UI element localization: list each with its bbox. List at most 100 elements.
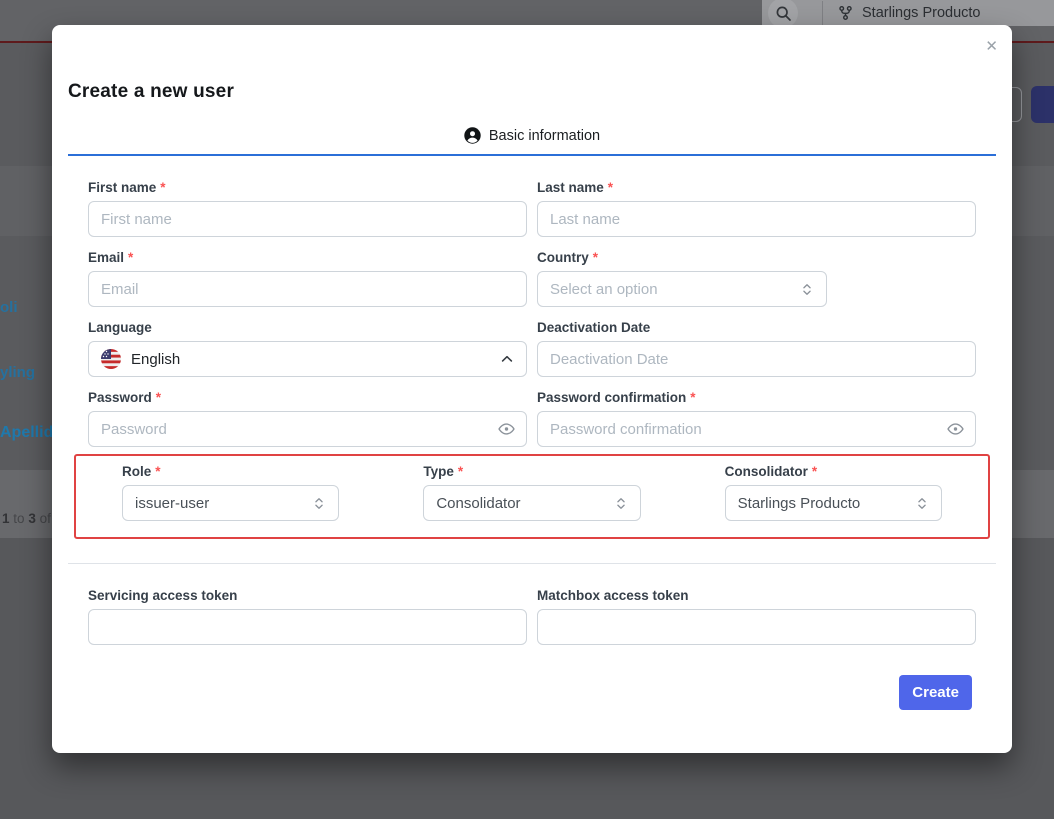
tenant-selector[interactable]: Starlings Producto (838, 5, 980, 21)
password-confirmation-label: Password confirmation * (537, 390, 976, 405)
field-first-name: First name * (88, 180, 527, 237)
label-text: Matchbox access token (537, 588, 689, 603)
required-asterisk: * (608, 180, 613, 195)
role-select[interactable]: issuer-user (122, 485, 339, 521)
pagination-from: 1 (2, 511, 10, 526)
label-text: Password confirmation (537, 390, 686, 405)
pagination-to: 3 (28, 511, 36, 526)
eye-icon[interactable] (947, 422, 964, 437)
close-icon[interactable]: ✕ (985, 37, 998, 55)
select-value: issuer-user (135, 495, 209, 512)
required-asterisk: * (160, 180, 165, 195)
tenant-label: Starlings Producto (862, 5, 980, 21)
tab-label: Basic information (489, 128, 600, 144)
password-confirmation-input[interactable] (537, 411, 976, 447)
pagination-word: of (40, 511, 51, 526)
required-asterisk: * (812, 464, 817, 479)
label-text: Email (88, 250, 124, 265)
tab-basic-information[interactable]: Basic information (464, 127, 600, 154)
field-last-name: Last name * (537, 180, 976, 237)
role-type-consolidator-highlight: Role * issuer-user (74, 454, 990, 539)
first-name-label: First name * (88, 180, 527, 195)
label-text: Type (423, 464, 454, 479)
pagination-word: to (13, 511, 24, 526)
tokens-section: Servicing access token Matchbox access t… (52, 564, 1012, 645)
label-text: Last name (537, 180, 604, 195)
servicing-token-input[interactable] (88, 609, 527, 645)
country-select[interactable]: Select an option (537, 271, 827, 307)
type-label: Type * (423, 464, 640, 479)
user-circle-icon (464, 127, 481, 144)
tab-bar: Basic information (68, 127, 996, 156)
stepper-icon (312, 496, 326, 511)
deactivation-date-label: Deactivation Date (537, 320, 976, 335)
select-value: English (131, 351, 180, 368)
required-asterisk: * (690, 390, 695, 405)
label-text: Servicing access token (88, 588, 237, 603)
modal-footer: Create (52, 645, 1012, 710)
field-password: Password * (88, 390, 527, 447)
type-select[interactable]: Consolidator (423, 485, 640, 521)
servicing-token-label: Servicing access token (88, 588, 527, 603)
required-asterisk: * (156, 390, 161, 405)
password-label: Password * (88, 390, 527, 405)
required-asterisk: * (593, 250, 598, 265)
deactivation-date-input[interactable] (537, 341, 976, 377)
label-text: First name (88, 180, 156, 195)
matchbox-token-input[interactable] (537, 609, 976, 645)
email-input[interactable] (88, 271, 527, 307)
create-button[interactable]: Create (899, 675, 972, 710)
field-language: Language (88, 320, 527, 377)
field-type: Type * Consolidator (423, 464, 640, 521)
select-value: Consolidator (436, 495, 520, 512)
us-flag-icon (101, 349, 121, 369)
required-asterisk: * (128, 250, 133, 265)
chevron-up-icon (500, 352, 514, 366)
pagination-summary: 1 to 3 of (2, 511, 51, 526)
required-asterisk: * (155, 464, 160, 479)
last-name-input[interactable] (537, 201, 976, 237)
country-label: Country * (537, 250, 976, 265)
field-email: Email * (88, 250, 527, 307)
language-label: Language (88, 320, 527, 335)
modal-header: Create a new user (52, 25, 1012, 103)
basic-information-form: First name * Last name * Email * (52, 156, 1012, 539)
field-consolidator: Consolidator * Starlings Producto (725, 464, 942, 521)
first-name-input[interactable] (88, 201, 527, 237)
label-text: Country (537, 250, 589, 265)
eye-icon[interactable] (498, 422, 515, 437)
stepper-icon (614, 496, 628, 511)
app-window: Starlings Producto oli yling Apellido 1 … (0, 0, 1054, 819)
search-button[interactable] (768, 0, 798, 28)
password-input[interactable] (88, 411, 527, 447)
role-label: Role * (122, 464, 339, 479)
field-role: Role * issuer-user (122, 464, 339, 521)
label-text: Deactivation Date (537, 320, 650, 335)
background-link[interactable]: yling (0, 364, 35, 381)
consolidator-select[interactable]: Starlings Producto (725, 485, 942, 521)
field-servicing-token: Servicing access token (88, 588, 527, 645)
label-text: Role (122, 464, 151, 479)
search-icon (775, 5, 792, 22)
background-link[interactable]: oli (0, 299, 18, 316)
label-text: Password (88, 390, 152, 405)
field-country: Country * Select an option (537, 250, 976, 307)
git-fork-icon (838, 5, 853, 21)
matchbox-token-label: Matchbox access token (537, 588, 976, 603)
modal-title: Create a new user (68, 81, 996, 103)
topbar-divider (822, 1, 823, 25)
stepper-icon (800, 282, 814, 297)
language-select[interactable]: English (88, 341, 527, 377)
field-deactivation-date: Deactivation Date (537, 320, 976, 377)
topbar-controls: Starlings Producto (762, 0, 1054, 26)
select-value: Starlings Producto (738, 495, 861, 512)
background-primary-button[interactable] (1031, 86, 1054, 123)
last-name-label: Last name * (537, 180, 976, 195)
field-password-confirmation: Password confirmation * (537, 390, 976, 447)
create-user-modal: ✕ Create a new user Basic information Fi… (52, 25, 1012, 753)
required-asterisk: * (458, 464, 463, 479)
label-text: Consolidator (725, 464, 808, 479)
label-text: Language (88, 320, 152, 335)
field-matchbox-token: Matchbox access token (537, 588, 976, 645)
email-label: Email * (88, 250, 527, 265)
